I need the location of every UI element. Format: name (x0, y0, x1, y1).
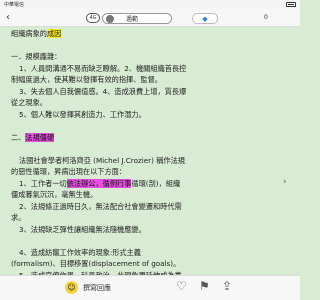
highlight-cause: 成因 (46, 29, 62, 38)
line-17: (formalism)、目標移置(displacement of goals)。 (11, 259, 181, 268)
article-content: 組織病象的成因 一．規模龐雜： 1、人員間溝通不易而缺乏瞭解。2、機關組織首長控… (11, 28, 291, 280)
line-10: 1、工作者一切依法辦公，循例行事循環(剖)，組織 (11, 178, 291, 190)
battery-icon (286, 2, 296, 7)
bottom-bar (0, 275, 300, 300)
highlight-inline: 依法辦公，循例行事 (66, 178, 132, 188)
line-cause: 組織病象的成因 (11, 29, 62, 38)
top-bar: ‹ 4G 過範 ◆ 0 (0, 9, 300, 27)
line-14: 求。 (11, 213, 26, 222)
line-10a: 1、工作者一切 (19, 178, 67, 188)
badge-icon[interactable]: 4G (86, 13, 100, 23)
line-3: 制幅度過大，使其難以發揮有效的指揮、監督。 (11, 75, 162, 84)
line-8: 法國社會學者柯洛齊亞 (Michel J.Crozier) 稱作法規 (19, 155, 185, 165)
line-5: 從之現象。 (11, 98, 47, 107)
heart-icon[interactable]: ♡ (176, 279, 187, 293)
highlight-heading: 法規僵硬 (25, 132, 55, 142)
line-9: 的惡性循環，昇病出現在以下方面： (11, 167, 127, 176)
line-12: 僵成暮氣沉沉，毫無生機。 (11, 190, 98, 199)
back-icon[interactable]: ‹ (6, 13, 16, 23)
chevron-right-icon[interactable]: › (283, 177, 287, 187)
line-13: 2、法規條正過時日久，無法配合社會變遷和時代需 (19, 201, 182, 211)
emoji-icon[interactable]: ☺ (65, 281, 78, 294)
bookmark-icon[interactable]: ⚑ (199, 279, 210, 293)
line-4: 3、失去個人自我價值感。4、造成浪費上增，質長爆 (19, 86, 187, 96)
carrier-label: 中華電信 (4, 2, 25, 8)
lock-icon (106, 14, 114, 23)
line-6: 5、個人難以發揮其創造力、工作潛力。 (19, 109, 146, 119)
gem-icon[interactable]: ◆ (192, 13, 218, 24)
top-count: 0 (264, 14, 268, 21)
line-1: 一．規模龐雜： (11, 52, 62, 61)
line-15: 3、法規缺乏彈性讓組織無法隨機應變。 (19, 224, 146, 234)
line-heading: 二、法規僵硬 (11, 132, 291, 144)
topic-pill-label: 過範 (126, 16, 139, 23)
heading-prefix: 二、 (11, 132, 26, 142)
line-10b: 循環(剖)，組織 (131, 178, 181, 188)
status-bar: 中華電信 (0, 0, 300, 9)
topic-pill[interactable]: 過範 (102, 13, 172, 24)
reply-button[interactable]: 撰寫回應 (83, 283, 111, 293)
line-2: 1、人員間溝通不易而缺乏瞭解。2、機關組織首長控 (19, 63, 187, 73)
share-icon[interactable]: ⇪ (222, 279, 232, 293)
status-right (286, 2, 296, 7)
line-16: 4、造成紡寵工作效率的現象:形式主義 (19, 247, 141, 257)
